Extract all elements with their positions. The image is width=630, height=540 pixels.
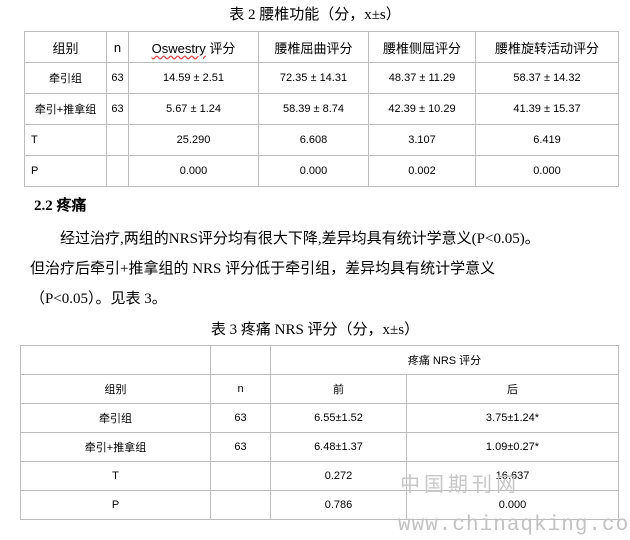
header-flexion: 腰椎屈曲评分 <box>258 31 369 63</box>
cell-after: 1.09±0.27* <box>406 432 619 462</box>
cell-lateral-flexion: 3.107 <box>368 124 476 156</box>
table3-caption: 表 3 疼痛 NRS 评分（分，x±s） <box>210 322 420 338</box>
table-row: T 0.272 16.637 <box>20 461 619 491</box>
table-row: 牵引组 63 14.59 ± 2.51 72.35 ± 14.31 48.37 … <box>24 62 619 94</box>
cell-n <box>106 124 129 156</box>
section-heading: 2.2 疼痛 <box>34 198 87 214</box>
cell-rotation: 0.000 <box>475 155 619 187</box>
table-row: 牵引+推拿组 63 6.48±1.37 1.09±0.27* <box>20 432 619 462</box>
cell-after: 3.75±1.24* <box>406 403 619 433</box>
cell-lateral-flexion: 0.002 <box>368 155 476 187</box>
cell-group: P <box>24 155 107 187</box>
cell-before: 6.55±1.52 <box>270 403 407 433</box>
cell-before: 0.786 <box>270 490 407 520</box>
header-before: 前 <box>270 374 407 404</box>
cell-lateral-flexion: 48.37 ± 11.29 <box>368 62 476 94</box>
header-blank <box>210 345 271 375</box>
table3-pain-nrs: 疼痛 NRS 评分 组别 n 前 后 牵引组 63 6.55±1.52 3.75… <box>20 345 619 520</box>
cell-oswestry: 0.000 <box>128 155 259 187</box>
table-header-row: 组别 n 前 后 <box>20 374 619 404</box>
watermark-url: www.chinaqking.com <box>398 514 630 537</box>
paragraph-line-2: 但治疗后牵引+推拿组的 NRS 评分低于牵引组，差异均具有统计学意义 <box>30 261 496 277</box>
cell-group: 牵引+推拿组 <box>20 432 211 462</box>
header-oswestry-word: Oswestry <box>151 40 206 56</box>
header-n: n <box>106 31 129 63</box>
cell-flexion: 58.39 ± 8.74 <box>258 93 369 125</box>
table-row: P 0.000 0.000 0.002 0.000 <box>24 155 619 187</box>
cell-n: 63 <box>106 62 129 94</box>
cell-rotation: 58.37 ± 14.32 <box>475 62 619 94</box>
cell-n <box>106 155 129 187</box>
cell-flexion: 6.608 <box>258 124 369 156</box>
cell-n: 63 <box>210 403 271 433</box>
table-header-row: 组别 n Oswestry 评分 腰椎屈曲评分 腰椎侧屈评分 腰椎旋转活动评分 <box>24 31 619 63</box>
table-group-header-row: 疼痛 NRS 评分 <box>20 345 619 375</box>
cell-group: 牵引+推拿组 <box>24 93 107 125</box>
paragraph-line-1: 经过治疗,两组的NRS评分均有很大下降,差异均具有统计学意义(P<0.05)。 <box>60 231 540 247</box>
cell-flexion: 0.000 <box>258 155 369 187</box>
cell-oswestry: 25.290 <box>128 124 259 156</box>
cell-group: T <box>20 461 211 491</box>
header-after: 后 <box>406 374 619 404</box>
cell-group: P <box>20 490 211 520</box>
cell-n <box>210 461 271 491</box>
table-row: T 25.290 6.608 3.107 6.419 <box>24 124 619 156</box>
cell-oswestry: 14.59 ± 2.51 <box>128 62 259 94</box>
header-nrs-group: 疼痛 NRS 评分 <box>270 345 619 375</box>
cell-rotation: 6.419 <box>475 124 619 156</box>
cell-n: 63 <box>106 93 129 125</box>
header-lateral-flexion: 腰椎侧屈评分 <box>368 31 476 63</box>
cell-flexion: 72.35 ± 14.31 <box>258 62 369 94</box>
cell-rotation: 41.39 ± 15.37 <box>475 93 619 125</box>
table-row: 牵引+推拿组 63 5.67 ± 1.24 58.39 ± 8.74 42.39… <box>24 93 619 125</box>
header-group: 组别 <box>20 374 211 404</box>
body-paragraph: 经过治疗,两组的NRS评分均有很大下降,差异均具有统计学意义(P<0.05)。 … <box>30 224 620 314</box>
table-row: 牵引组 63 6.55±1.52 3.75±1.24* <box>20 403 619 433</box>
cell-lateral-flexion: 42.39 ± 10.29 <box>368 93 476 125</box>
header-rotation: 腰椎旋转活动评分 <box>475 31 619 63</box>
header-group: 组别 <box>24 31 107 63</box>
header-n: n <box>210 374 271 404</box>
cell-before: 0.272 <box>270 461 407 491</box>
cell-n: 63 <box>210 432 271 462</box>
header-blank <box>20 345 211 375</box>
table2-caption: 表 2 腰椎功能（分，x±s） <box>229 7 401 23</box>
cell-oswestry: 5.67 ± 1.24 <box>128 93 259 125</box>
cell-before: 6.48±1.37 <box>270 432 407 462</box>
cell-group: 牵引组 <box>24 62 107 94</box>
header-oswestry-suffix: 评分 <box>205 40 236 56</box>
header-oswestry: Oswestry 评分 <box>128 31 259 63</box>
cell-group: T <box>24 124 107 156</box>
watermark-site-name: 中国期刊网 <box>400 472 520 496</box>
cell-group: 牵引组 <box>20 403 211 433</box>
table2-lumbar-function: 组别 n Oswestry 评分 腰椎屈曲评分 腰椎侧屈评分 腰椎旋转活动评分 … <box>24 31 619 187</box>
paragraph-line-3: （P<0.05）。见表 3。 <box>30 291 167 307</box>
cell-n <box>210 490 271 520</box>
